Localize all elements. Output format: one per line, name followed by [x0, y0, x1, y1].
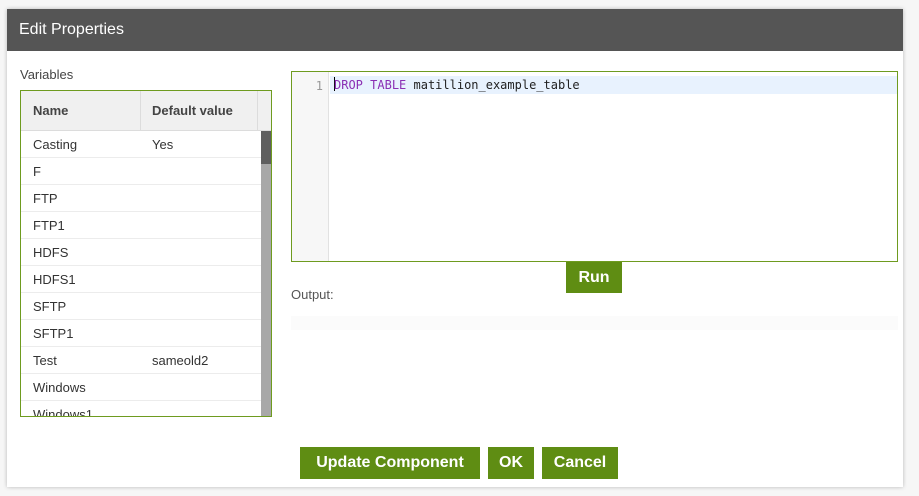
- variable-name-cell: Windows1: [33, 407, 93, 416]
- line-number-gutter: 1: [292, 72, 329, 261]
- variable-name-cell: HDFS: [33, 245, 69, 260]
- scrollbar-thumb[interactable]: [261, 131, 271, 164]
- output-area: [291, 316, 898, 330]
- variables-table: Name Default value Casting Yes F FTP FTP1 HDF…: [20, 90, 272, 417]
- table-row[interactable]: SFTP: [21, 293, 261, 320]
- variable-name-cell: FTP: [33, 191, 58, 206]
- table-row[interactable]: Test sameold2: [21, 347, 261, 374]
- variable-name-cell: Test: [33, 353, 57, 368]
- variable-name-cell: Windows: [33, 380, 86, 395]
- variable-name-cell: F: [33, 164, 41, 179]
- update-component-button[interactable]: Update Component: [300, 447, 480, 479]
- sql-editor[interactable]: 1 DROP TABLE matillion_example_table: [291, 71, 898, 262]
- column-divider: [140, 91, 141, 131]
- code-line[interactable]: DROP TABLE matillion_example_table: [330, 76, 897, 94]
- column-divider: [257, 91, 258, 131]
- sql-identifier: matillion_example_table: [406, 78, 580, 92]
- variables-table-body: Casting Yes F FTP FTP1 HDFS HDFS1 SFTP SFTP1 Test…: [21, 131, 261, 416]
- column-header-name[interactable]: Name: [33, 91, 68, 131]
- output-label: Output:: [291, 287, 334, 302]
- line-number: 1: [315, 79, 323, 93]
- variable-name-cell: SFTP: [33, 299, 67, 314]
- table-row[interactable]: SFTP1: [21, 320, 261, 347]
- table-row[interactable]: HDFS: [21, 239, 261, 266]
- variable-default-cell: Yes: [152, 137, 174, 152]
- variables-table-header: Name Default value: [21, 91, 271, 131]
- sql-keyword: DROP: [334, 78, 363, 92]
- cancel-button[interactable]: Cancel: [542, 447, 618, 479]
- table-row[interactable]: FTP1: [21, 212, 261, 239]
- variable-name-cell: FTP1: [33, 218, 65, 233]
- sql-keyword: TABLE: [370, 78, 407, 92]
- variable-name-cell: Casting: [33, 137, 78, 152]
- table-row[interactable]: HDFS1: [21, 266, 261, 293]
- edit-properties-dialog: Edit Properties Variables Name Default v…: [7, 9, 903, 487]
- variable-name-cell: HDFS1: [33, 272, 76, 287]
- variables-scrollbar[interactable]: [261, 131, 271, 416]
- table-row[interactable]: F: [21, 158, 261, 185]
- variable-default-cell: sameold2: [152, 353, 209, 368]
- table-row[interactable]: Windows1: [21, 401, 261, 416]
- table-row[interactable]: Casting Yes: [21, 131, 261, 158]
- table-row[interactable]: FTP: [21, 185, 261, 212]
- ok-button[interactable]: OK: [488, 447, 534, 479]
- dialog-title: Edit Properties: [7, 9, 903, 51]
- variable-name-cell: SFTP1: [33, 326, 74, 341]
- table-row[interactable]: Windows: [21, 374, 261, 401]
- column-header-default-value[interactable]: Default value: [152, 91, 233, 131]
- run-button[interactable]: Run: [566, 262, 622, 293]
- variables-label: Variables: [20, 67, 74, 82]
